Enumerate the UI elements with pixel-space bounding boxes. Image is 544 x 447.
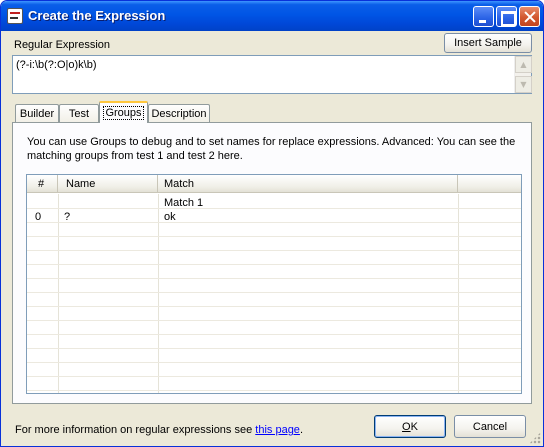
- scroll-up-icon[interactable]: ▲: [515, 56, 532, 73]
- row-match: ok: [164, 211, 176, 223]
- column-header-number[interactable]: #: [27, 175, 58, 193]
- regex-input[interactable]: (?-i:\b(?:O|o)k\b) ▲ ▼: [12, 55, 532, 94]
- ok-label-rest: K: [410, 420, 418, 433]
- tab-test-label: Test: [68, 108, 90, 120]
- footer-info: For more information on regular expressi…: [15, 424, 303, 436]
- column-header-name[interactable]: Name: [58, 175, 158, 193]
- row-number: 0: [35, 211, 42, 223]
- tab-test[interactable]: Test: [59, 104, 99, 123]
- cancel-button[interactable]: Cancel: [454, 415, 526, 438]
- tab-builder-label: Builder: [19, 108, 55, 120]
- ok-accelerator: O: [402, 420, 411, 433]
- groups-description: You can use Groups to debug and to set n…: [27, 136, 516, 162]
- close-icon[interactable]: [519, 6, 540, 27]
- grid-header: # Name Match: [27, 175, 521, 193]
- groups-grid[interactable]: # Name Match Match 1 0 ? ok: [26, 174, 522, 394]
- scroll-down-icon[interactable]: ▼: [515, 76, 532, 93]
- tab-groups-label: Groups: [103, 106, 144, 120]
- column-header-match[interactable]: Match: [158, 175, 458, 193]
- minimize-icon[interactable]: [473, 6, 494, 27]
- resize-grip-icon[interactable]: [529, 432, 541, 444]
- insert-sample-button[interactable]: Insert Sample: [444, 33, 532, 53]
- title-bar[interactable]: Create the Expression: [1, 1, 543, 31]
- tab-builder[interactable]: Builder: [15, 104, 59, 123]
- ok-button[interactable]: OK: [374, 415, 446, 438]
- this-page-link[interactable]: this page: [255, 424, 300, 436]
- regex-value: (?-i:\b(?:O|o)k\b): [16, 59, 97, 71]
- footer-suffix: .: [299, 424, 303, 436]
- window-title: Create the Expression: [28, 8, 166, 23]
- footer-info-text: For more information on regular expressi…: [15, 424, 256, 436]
- tab-groups[interactable]: Groups: [99, 101, 148, 123]
- app-icon: [7, 8, 23, 24]
- maximize-icon[interactable]: [496, 6, 517, 27]
- row-match: Match 1: [164, 197, 204, 209]
- regex-label: Regular Expression: [14, 39, 110, 51]
- regex-scrollbar[interactable]: ▲ ▼: [514, 56, 532, 93]
- grid-body: [27, 194, 521, 393]
- tab-description[interactable]: Description: [148, 104, 210, 123]
- create-expression-dialog: Create the Expression Regular Expression…: [0, 0, 544, 447]
- row-name: ?: [64, 211, 71, 223]
- tab-description-label: Description: [151, 108, 207, 120]
- groups-tab-panel: You can use Groups to debug and to set n…: [12, 122, 532, 404]
